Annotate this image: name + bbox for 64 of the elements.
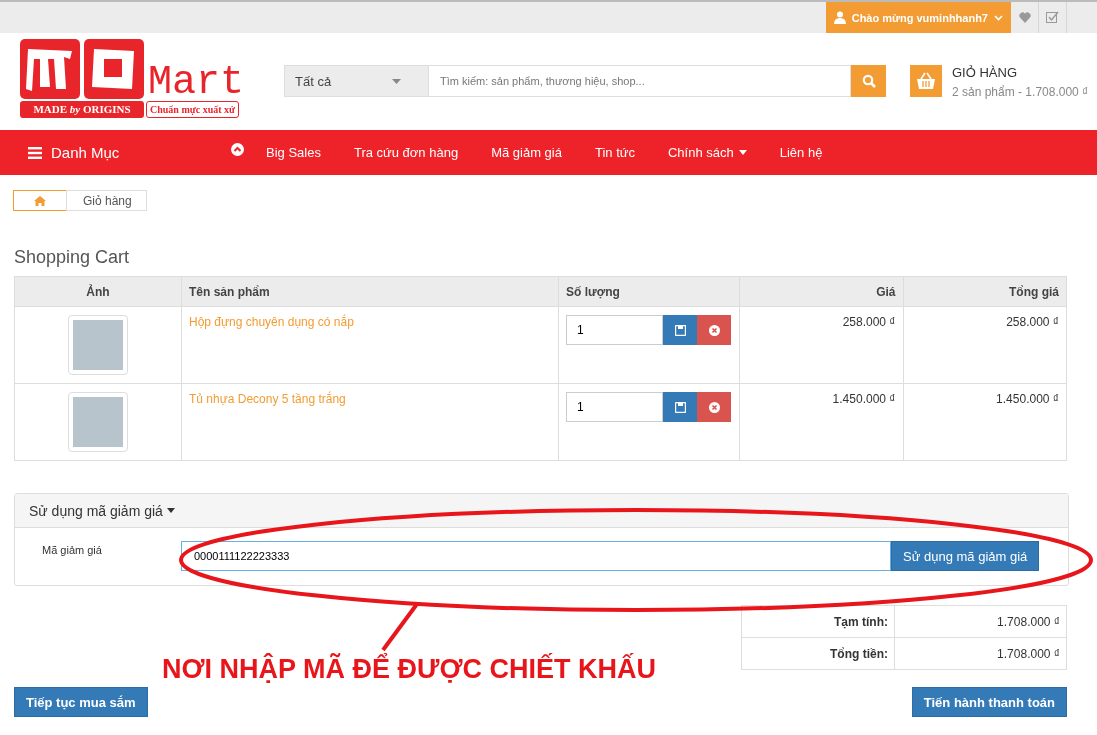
photo-placeholder bbox=[68, 315, 128, 375]
apply-coupon-button[interactable]: Sử dụng mã giảm giá bbox=[891, 541, 1040, 571]
caret-icon bbox=[392, 78, 401, 84]
category-menu-button[interactable]: Danh Mục bbox=[28, 144, 228, 161]
logo-tagline: Chuẩn mực xuất xứ bbox=[146, 101, 240, 118]
annotation-caption: NƠI NHẬP MÃ ĐỂ ĐƯỢC CHIẾT KHẤU bbox=[162, 654, 656, 685]
checkout-button[interactable]: Tiến hành thanh toán bbox=[911, 687, 1067, 717]
leader-line bbox=[380, 602, 420, 652]
search-icon bbox=[861, 74, 876, 88]
cart-summary: 2 sản phẩm - 1.708.000 ₫ bbox=[952, 85, 1089, 99]
scroll-up-icon[interactable] bbox=[231, 143, 244, 156]
caret-icon bbox=[738, 150, 747, 155]
caret-icon bbox=[166, 508, 175, 513]
home-icon bbox=[34, 195, 46, 206]
category-select[interactable]: Tất cả bbox=[284, 65, 429, 97]
column-header: Tên sản phẩm bbox=[181, 276, 559, 307]
coupon-toggle[interactable]: Sử dụng mã giảm giá bbox=[29, 502, 175, 519]
price: 258.000 ₫ bbox=[842, 315, 896, 329]
column-header: Ảnh bbox=[14, 276, 182, 307]
nav-link[interactable]: Tin tức bbox=[594, 145, 635, 160]
nav-link[interactable]: Big Sales bbox=[266, 145, 321, 160]
checkbox-icon bbox=[1046, 11, 1059, 24]
coupon-label: Mã giảm giá bbox=[41, 544, 103, 556]
column-header: Số lượng bbox=[558, 276, 740, 307]
home-breadcrumb[interactable] bbox=[13, 190, 67, 211]
total-label: Tạm tính: bbox=[834, 614, 888, 629]
quantity-field[interactable]: 1 bbox=[566, 392, 663, 422]
close-icon bbox=[708, 324, 720, 336]
page-heading: Shopping Cart bbox=[14, 247, 131, 268]
total-label: Tổng tiền: bbox=[830, 646, 888, 661]
user-icon bbox=[833, 11, 846, 24]
search-field[interactable]: Tìm kiếm: sản phẩm, thương hiệu, shop... bbox=[429, 65, 851, 97]
logo-mark-icon bbox=[20, 39, 146, 99]
save-icon bbox=[674, 401, 686, 413]
nav-link[interactable]: Liên hệ bbox=[779, 145, 823, 160]
total-value: 1.708.000 ₫ bbox=[997, 646, 1060, 661]
price: 1.450.000 ₫ bbox=[832, 392, 896, 406]
nav-link[interactable]: Chính sách bbox=[667, 145, 747, 160]
save-button[interactable] bbox=[663, 392, 697, 422]
chevron-down-icon bbox=[994, 14, 1003, 21]
close-icon bbox=[708, 401, 720, 413]
nav-link[interactable]: Tra cứu đơn hàng bbox=[353, 145, 459, 160]
column-header: Giá bbox=[739, 276, 903, 307]
logo-badge: MADE by ORIGINS bbox=[20, 101, 144, 118]
line-total: 258.000 ₫ bbox=[1006, 315, 1059, 329]
remove-button[interactable] bbox=[697, 315, 731, 345]
save-button[interactable] bbox=[663, 315, 697, 345]
basket-icon[interactable] bbox=[910, 65, 942, 97]
column-header: Tổng giá bbox=[903, 276, 1067, 307]
continue-shopping-button[interactable]: Tiếp tục mua sắm bbox=[14, 687, 148, 717]
search-button[interactable] bbox=[851, 65, 886, 97]
menu-icon bbox=[28, 146, 42, 159]
breadcrumb-item[interactable]: Giỏ hàng bbox=[66, 190, 147, 211]
line-total: 1.450.000 ₫ bbox=[996, 392, 1059, 406]
heart-icon bbox=[1018, 12, 1031, 23]
total-value: 1.708.000 ₫ bbox=[997, 614, 1060, 629]
cart-title[interactable]: GIỎ HÀNG bbox=[952, 65, 1089, 80]
save-icon bbox=[674, 324, 686, 336]
logo-wordmark: Mart bbox=[148, 65, 244, 101]
nav-link[interactable]: Mã giảm giá bbox=[491, 145, 562, 160]
quantity-field[interactable]: 1 bbox=[566, 315, 663, 345]
remove-button[interactable] bbox=[697, 392, 731, 422]
photo-placeholder bbox=[68, 392, 128, 452]
coupon-field[interactable]: 0000111122223333 bbox=[181, 541, 891, 571]
